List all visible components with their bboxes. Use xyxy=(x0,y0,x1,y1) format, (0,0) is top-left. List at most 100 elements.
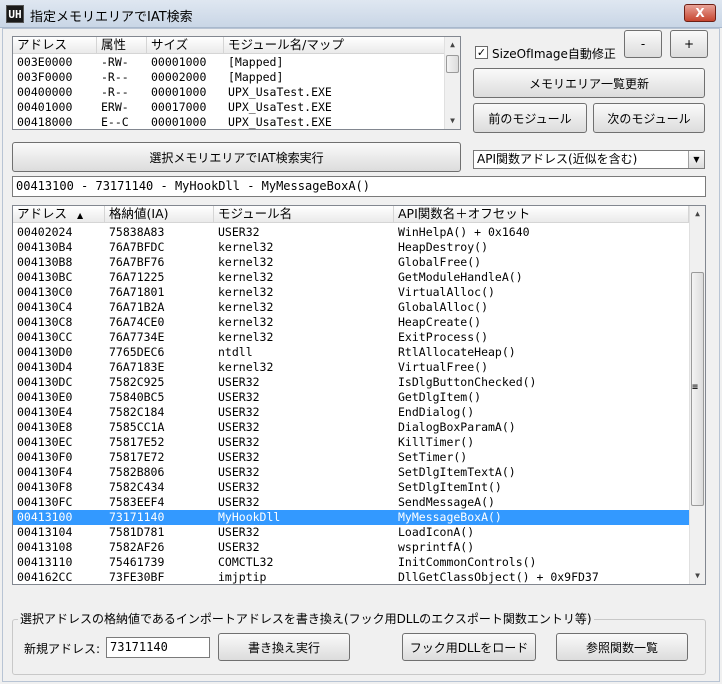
table-row[interactable]: 004130CC 76A7734E kernel32 ExitProcess() xyxy=(13,330,689,345)
table-row[interactable]: 004130F0 75817E72 USER32 SetTimer() xyxy=(13,450,689,465)
col-module-name[interactable]: モジュール名 xyxy=(214,206,394,223)
table-row[interactable]: 004130EC 75817E52 USER32 KillTimer() xyxy=(13,435,689,450)
scroll-down-icon[interactable]: ▼ xyxy=(445,113,460,129)
scroll-thumb[interactable] xyxy=(446,55,459,73)
table-cell: COMCTL32 xyxy=(218,555,274,569)
table-row[interactable]: 004130E0 75840BC5 USER32 GetDlgItem() xyxy=(13,390,689,405)
table-cell: EndDialog() xyxy=(398,405,475,419)
table-row[interactable]: 004130C0 76A71801 kernel32 VirtualAlloc() xyxy=(13,285,689,300)
load-hook-dll-button[interactable]: フック用DLLをロード xyxy=(402,633,536,661)
table-cell: 73171140 xyxy=(109,510,165,524)
table-row[interactable]: 004130E4 7582C184 USER32 EndDialog() xyxy=(13,405,689,420)
refresh-memory-list-button[interactable]: メモリエリア一覧更新 xyxy=(473,68,705,98)
table-cell: 004130E8 xyxy=(17,420,73,434)
table-cell: 76A71225 xyxy=(109,270,165,284)
col-size[interactable]: サイズ xyxy=(147,37,224,54)
col-module-map[interactable]: モジュール名/マップ xyxy=(224,37,445,54)
sort-ascending-icon: ▲ xyxy=(77,211,84,220)
iat-list[interactable]: アドレス ▲ 格納値(IA) モジュール名 API関数名＋オフセット 00402… xyxy=(12,205,706,585)
table-cell: GetDlgItem() xyxy=(398,390,482,404)
col-iat-address-label: アドレス xyxy=(17,206,68,221)
table-cell: 75838A83 xyxy=(109,225,165,239)
table-cell: 00002000 xyxy=(151,70,207,84)
table-row[interactable]: 00413110 75461739 COMCTL32 InitCommonContro… xyxy=(13,555,689,570)
table-cell: -R-- xyxy=(101,70,129,84)
table-cell: VirtualAlloc() xyxy=(398,285,495,299)
table-row[interactable]: 004130B4 76A7BFDC kernel32 HeapDestroy() xyxy=(13,240,689,255)
table-cell: 76A7BF76 xyxy=(109,255,165,269)
app-icon: UH xyxy=(6,5,24,23)
table-cell: 00001000 xyxy=(151,85,207,99)
table-row[interactable]: 004130F4 7582B806 USER32 SetDlgItemTextA() xyxy=(13,465,689,480)
table-cell: 004130DC xyxy=(17,375,73,389)
col-iat-address[interactable]: アドレス ▲ xyxy=(13,206,105,223)
table-row[interactable]: 00401000 ERW- 00017000 UPX_UsaTest.EXE xyxy=(13,100,444,115)
table-cell: 73FE30BF xyxy=(109,570,165,584)
close-button[interactable]: X xyxy=(684,4,716,22)
table-row[interactable]: 00418000 E--C 00001000 UPX_UsaTest.EXE xyxy=(13,115,444,129)
table-row[interactable]: 003E0000 -RW- 00001000 [Mapped] xyxy=(13,55,444,70)
table-row[interactable]: 004130BC 76A71225 kernel32 GetModuleHandleA… xyxy=(13,270,689,285)
table-row[interactable]: 00402024 75838A83 USER32 WinHelpA() + 0x164… xyxy=(13,225,689,240)
table-row[interactable]: 00413104 7581D781 USER32 LoadIconA() xyxy=(13,525,689,540)
api-mode-select[interactable]: API関数アドレス(近似を含む) ▼ xyxy=(473,150,705,169)
table-cell: VirtualFree() xyxy=(398,360,489,374)
plus-button[interactable]: + xyxy=(670,30,708,58)
table-cell: kernel32 xyxy=(218,270,274,284)
table-row[interactable]: 00413108 7582AF26 USER32 wsprintfA() xyxy=(13,540,689,555)
scroll-up-icon[interactable]: ▲ xyxy=(445,37,460,53)
table-cell: 004162CC xyxy=(17,570,73,584)
col-stored-value[interactable]: 格納値(IA) xyxy=(105,206,214,223)
memory-area-list[interactable]: アドレス 属性 サイズ モジュール名/マップ 003E0000 -RW- 00001… xyxy=(12,36,461,130)
prev-module-button[interactable]: 前のモジュール xyxy=(473,103,587,133)
selection-text-field[interactable]: 00413100 - 73171140 - MyHookDll - MyMess… xyxy=(12,176,706,197)
iat-list-scrollbar[interactable]: ▲ ≡ ▼ xyxy=(689,206,705,584)
table-row[interactable]: 004130DC 7582C925 USER32 IsDlgButtonChecked… xyxy=(13,375,689,390)
table-cell: ntdll xyxy=(218,345,253,359)
iat-search-button[interactable]: 選択メモリエリアでIAT検索実行 xyxy=(12,142,461,172)
table-row[interactable]: 004162CC 73FE30BF imjptip DllGetClassObject… xyxy=(13,570,689,584)
table-row[interactable]: 00413100 73171140 MyHookDll MyMessageBoxA() xyxy=(13,510,689,525)
minus-button[interactable]: - xyxy=(624,30,662,58)
table-row[interactable]: 00400000 -R-- 00001000 UPX_UsaTest.EXE xyxy=(13,85,444,100)
scroll-up-icon[interactable]: ▲ xyxy=(690,206,705,222)
table-cell: 00413104 xyxy=(17,525,73,539)
table-row[interactable]: 004130FC 7583EEF4 USER32 SendMessageA() xyxy=(13,495,689,510)
table-cell: 004130D0 xyxy=(17,345,73,359)
table-row[interactable]: 004130D4 76A7183E kernel32 VirtualFree() xyxy=(13,360,689,375)
table-cell: 76A7734E xyxy=(109,330,165,344)
table-row[interactable]: 004130C8 76A74CE0 kernel32 HeapCreate() xyxy=(13,315,689,330)
table-row[interactable]: 004130D0 7765DEC6 ntdll RtlAllocateHeap() xyxy=(13,345,689,360)
table-cell: GlobalFree() xyxy=(398,255,482,269)
col-api-offset[interactable]: API関数名＋オフセット xyxy=(394,206,689,223)
col-address[interactable]: アドレス xyxy=(13,37,97,54)
table-cell: 7582B806 xyxy=(109,465,165,479)
table-cell: 7582C434 xyxy=(109,480,165,494)
table-row[interactable]: 004130C4 76A71B2A kernel32 GlobalAlloc() xyxy=(13,300,689,315)
table-cell: UPX_UsaTest.EXE xyxy=(228,115,332,129)
table-row[interactable]: 003F0000 -R-- 00002000 [Mapped] xyxy=(13,70,444,85)
table-cell: kernel32 xyxy=(218,240,274,254)
table-cell: GlobalAlloc() xyxy=(398,300,489,314)
reference-functions-button[interactable]: 参照関数一覧 xyxy=(556,633,688,661)
rewrite-execute-button[interactable]: 書き換え実行 xyxy=(218,633,350,661)
table-cell: 004130B4 xyxy=(17,240,73,254)
table-cell: 004130E4 xyxy=(17,405,73,419)
table-row[interactable]: 004130E8 7585CC1A USER32 DialogBoxParamA() xyxy=(13,420,689,435)
table-cell: USER32 xyxy=(218,375,260,389)
memory-list-scrollbar[interactable]: ▲ ▼ xyxy=(444,37,460,129)
title-bar[interactable]: UH 指定メモリエリアでIAT検索 X xyxy=(0,0,722,28)
table-row[interactable]: 004130B8 76A7BF76 kernel32 GlobalFree() xyxy=(13,255,689,270)
scroll-down-icon[interactable]: ▼ xyxy=(690,568,705,584)
next-module-button[interactable]: 次のモジュール xyxy=(593,103,705,133)
table-cell: kernel32 xyxy=(218,285,274,299)
col-attribute[interactable]: 属性 xyxy=(97,37,147,54)
new-address-input[interactable]: 73171140 xyxy=(106,637,210,658)
sizeofimage-checkbox[interactable]: ✓ xyxy=(475,46,488,59)
chevron-down-icon[interactable]: ▼ xyxy=(688,151,704,168)
table-row[interactable]: 004130F8 7582C434 USER32 SetDlgItemInt() xyxy=(13,480,689,495)
table-cell: 7581D781 xyxy=(109,525,165,539)
table-cell: 7582C184 xyxy=(109,405,165,419)
table-cell: 7765DEC6 xyxy=(109,345,165,359)
table-cell: 004130F0 xyxy=(17,450,73,464)
